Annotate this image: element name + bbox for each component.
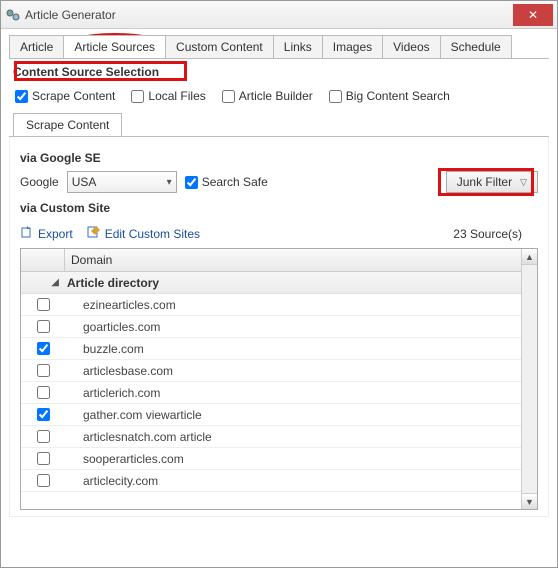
table-header: Domain bbox=[21, 249, 521, 272]
tab-links[interactable]: Links bbox=[273, 35, 323, 58]
chevron-down-icon: ▾ bbox=[167, 177, 172, 188]
table-row[interactable]: goarticles.com bbox=[21, 316, 521, 338]
row-domain: ezinearticles.com bbox=[65, 298, 521, 312]
google-row: Google USA ▾ Search Safe Junk Filter ▽ bbox=[20, 171, 538, 193]
row-domain: sooperarticles.com bbox=[65, 452, 521, 466]
table-body: Domain ◢ Article directory ezinearticles… bbox=[21, 249, 521, 509]
window-title: Article Generator bbox=[25, 8, 513, 22]
collapse-icon: ◢ bbox=[21, 277, 65, 288]
scroll-up-icon[interactable]: ▲ bbox=[522, 249, 537, 265]
table-row[interactable]: gather.com viewarticle bbox=[21, 404, 521, 426]
big-content-search-checkbox[interactable]: Big Content Search bbox=[329, 89, 450, 103]
scrape-content-label: Scrape Content bbox=[32, 89, 115, 103]
row-checkbox[interactable] bbox=[37, 408, 50, 421]
table-row[interactable]: buzzle.com bbox=[21, 338, 521, 360]
titlebar: Article Generator ✕ bbox=[1, 1, 557, 29]
source-checks: Scrape Content Local Files Article Build… bbox=[9, 83, 549, 113]
tab-schedule[interactable]: Schedule bbox=[440, 35, 512, 58]
row-domain: goarticles.com bbox=[65, 320, 521, 334]
row-domain: articlesnatch.com article bbox=[65, 430, 521, 444]
header-domain: Domain bbox=[65, 249, 521, 271]
article-builder-checkbox[interactable]: Article Builder bbox=[222, 89, 313, 103]
table-row[interactable]: ezinearticles.com bbox=[21, 294, 521, 316]
row-checkbox[interactable] bbox=[37, 342, 50, 355]
tabs-top: ArticleArticle SourcesCustom ContentLink… bbox=[9, 35, 549, 59]
row-checkbox[interactable] bbox=[37, 430, 50, 443]
edit-icon bbox=[87, 225, 101, 242]
export-button[interactable]: Export bbox=[20, 225, 73, 242]
table-row[interactable]: articlerich.com bbox=[21, 382, 521, 404]
gears-icon bbox=[5, 7, 21, 23]
row-checkbox[interactable] bbox=[37, 364, 50, 377]
close-icon: ✕ bbox=[528, 8, 538, 22]
tab-article[interactable]: Article bbox=[9, 35, 64, 58]
scrape-panel: via Google SE Google USA ▾ Search Safe J… bbox=[9, 137, 549, 517]
row-checkbox[interactable] bbox=[37, 386, 50, 399]
custom-tools-row: Export Edit Custom Sites 23 Source(s) bbox=[20, 221, 538, 248]
row-checkbox[interactable] bbox=[37, 320, 50, 333]
subtab-strip: Scrape Content bbox=[9, 113, 549, 137]
domain-table: Domain ◢ Article directory ezinearticles… bbox=[20, 248, 538, 510]
tab-images[interactable]: Images bbox=[322, 35, 383, 58]
row-checkbox[interactable] bbox=[37, 474, 50, 487]
tab-videos[interactable]: Videos bbox=[382, 35, 440, 58]
local-files-checkbox[interactable]: Local Files bbox=[131, 89, 205, 103]
table-row[interactable]: articlecity.com bbox=[21, 470, 521, 492]
header-check-col bbox=[21, 249, 65, 271]
search-safe-checkbox[interactable]: Search Safe bbox=[185, 175, 268, 189]
category-row[interactable]: ◢ Article directory bbox=[21, 272, 521, 294]
google-country-value: USA bbox=[72, 175, 97, 189]
edit-custom-sites-button[interactable]: Edit Custom Sites bbox=[87, 225, 200, 242]
window: Article Generator ✕ ArticleArticle Sourc… bbox=[0, 0, 558, 568]
via-google-heading: via Google SE bbox=[20, 151, 538, 165]
category-label: Article directory bbox=[65, 276, 159, 290]
big-content-search-label: Big Content Search bbox=[346, 89, 450, 103]
google-country-select[interactable]: USA ▾ bbox=[67, 171, 177, 193]
subtab-scrape-content[interactable]: Scrape Content bbox=[13, 113, 122, 136]
tab-custom-content[interactable]: Custom Content bbox=[165, 35, 274, 58]
local-files-label: Local Files bbox=[148, 89, 205, 103]
row-checkbox[interactable] bbox=[37, 298, 50, 311]
close-button[interactable]: ✕ bbox=[513, 4, 553, 26]
row-domain: articlecity.com bbox=[65, 474, 521, 488]
row-domain: articlesbase.com bbox=[65, 364, 521, 378]
scrape-content-checkbox[interactable]: Scrape Content bbox=[15, 89, 115, 103]
table-row[interactable]: articlesnatch.com article bbox=[21, 426, 521, 448]
row-domain: buzzle.com bbox=[65, 342, 521, 356]
row-domain: gather.com viewarticle bbox=[65, 408, 521, 422]
tab-article-sources[interactable]: Article Sources bbox=[63, 35, 166, 58]
google-label: Google bbox=[20, 175, 59, 189]
vertical-scrollbar[interactable]: ▲ ▼ bbox=[521, 249, 537, 509]
window-body: ArticleArticle SourcesCustom ContentLink… bbox=[1, 29, 557, 525]
table-row[interactable]: sooperarticles.com bbox=[21, 448, 521, 470]
row-domain: articlerich.com bbox=[65, 386, 521, 400]
export-icon bbox=[20, 225, 34, 242]
scroll-down-icon[interactable]: ▼ bbox=[522, 493, 537, 509]
dropdown-icon: ▽ bbox=[520, 177, 527, 188]
via-custom-heading: via Custom Site bbox=[20, 201, 538, 215]
sources-count: 23 Source(s) bbox=[453, 227, 538, 241]
article-builder-label: Article Builder bbox=[239, 89, 313, 103]
junk-filter-button[interactable]: Junk Filter ▽ bbox=[446, 171, 538, 193]
search-safe-label: Search Safe bbox=[202, 175, 268, 189]
content-source-selection-title: Content Source Selection bbox=[9, 59, 549, 83]
junk-filter-label: Junk Filter bbox=[457, 175, 512, 189]
row-checkbox[interactable] bbox=[37, 452, 50, 465]
table-row[interactable]: articlesbase.com bbox=[21, 360, 521, 382]
